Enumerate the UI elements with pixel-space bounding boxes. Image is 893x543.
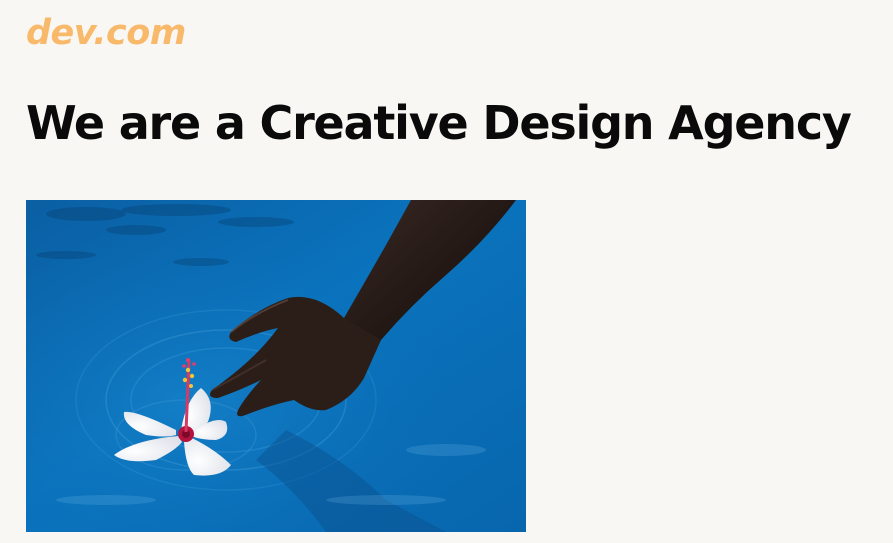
hero-image (26, 200, 526, 532)
hero-photo-illustration (26, 200, 526, 532)
site-logo-link[interactable]: dev.com (26, 14, 186, 53)
page: dev.com We are a Creative Design Agency (0, 0, 893, 543)
page-headline: We are a Creative Design Agency (26, 96, 852, 150)
